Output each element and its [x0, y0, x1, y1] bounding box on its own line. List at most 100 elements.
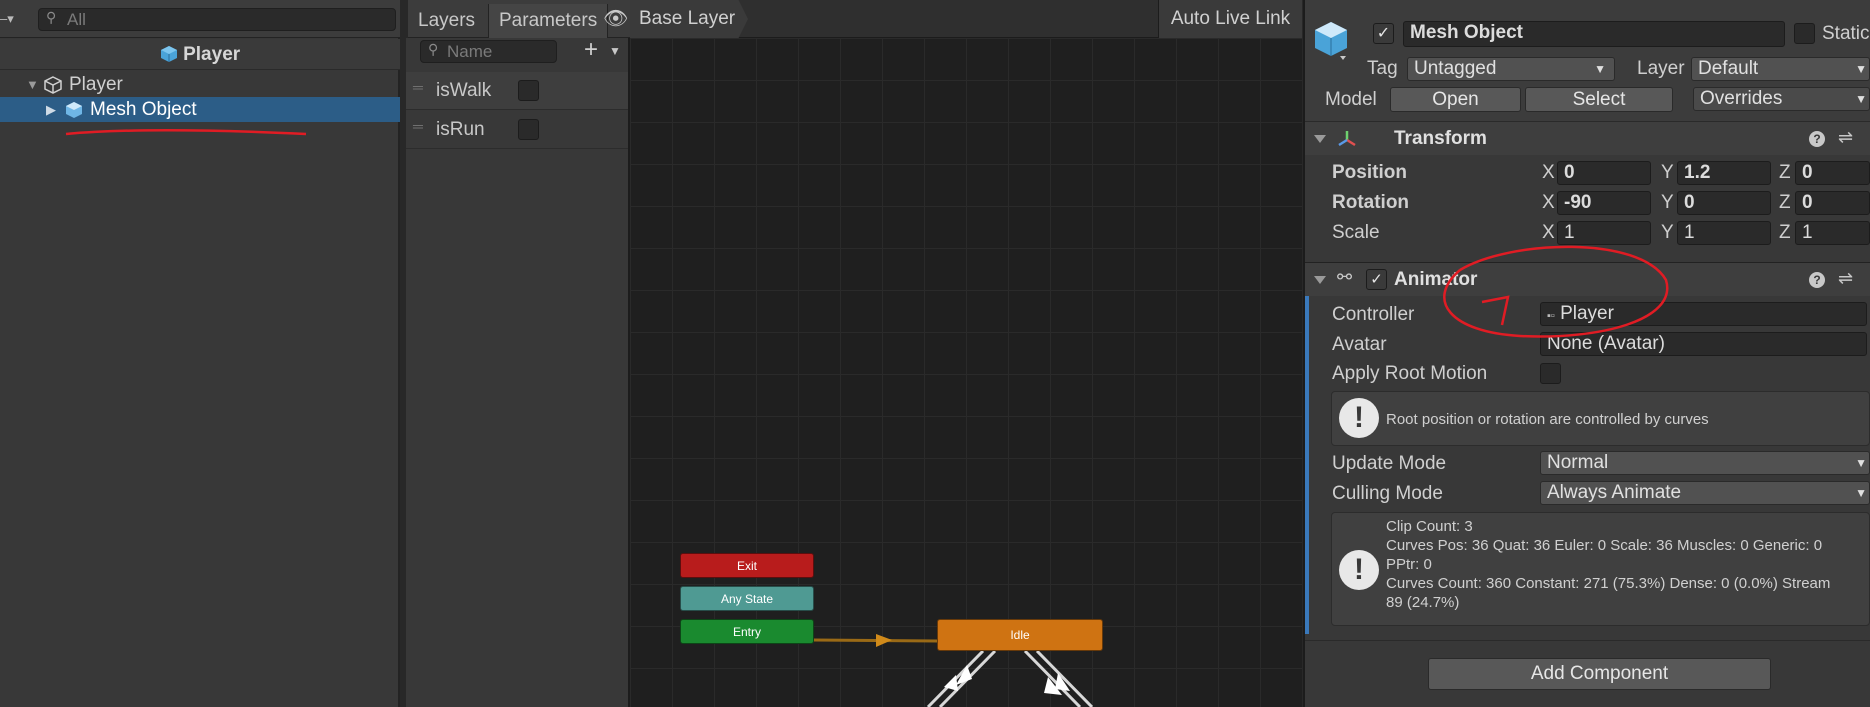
- auto-live-link-button[interactable]: Auto Live Link: [1158, 0, 1302, 38]
- chevron-down-icon: ▼: [1855, 92, 1867, 106]
- position-y-input[interactable]: 1.2: [1677, 161, 1771, 185]
- state-exit[interactable]: Exit: [680, 553, 814, 578]
- culling-mode-label: Culling Mode: [1332, 483, 1443, 504]
- stats-line: Curves Count: 360 Constant: 271 (75.3%) …: [1386, 575, 1831, 592]
- stats-line: PPtr: 0: [1386, 556, 1432, 573]
- tag-dropdown[interactable]: Untagged ▼: [1407, 57, 1615, 81]
- warning-icon: !: [1339, 550, 1379, 590]
- transform-header[interactable]: Transform ? ⇌: [1305, 121, 1870, 155]
- hierarchy-item-label: Player: [69, 74, 123, 95]
- settings-sliders-icon[interactable]: ⇌: [1838, 127, 1853, 148]
- model-label: Model: [1325, 89, 1377, 110]
- position-label: Position: [1332, 162, 1407, 183]
- apply-root-motion-checkbox[interactable]: [1540, 363, 1561, 384]
- parameter-name-search[interactable]: Name: [420, 40, 557, 63]
- hierarchy-item-player[interactable]: ▼ Player: [0, 72, 400, 97]
- rotation-z-input[interactable]: 0: [1795, 191, 1870, 215]
- help-icon[interactable]: ?: [1809, 272, 1825, 288]
- clip-stats-text: Clip Count: 3 Curves Pos: 36 Quat: 36 Eu…: [1386, 517, 1830, 612]
- rotation-label: Rotation: [1332, 192, 1410, 213]
- clip-stats-box: ! Clip Count: 3 Curves Pos: 36 Quat: 36 …: [1331, 512, 1870, 626]
- update-mode-label: Update Mode: [1332, 453, 1447, 474]
- collapse-arrow-icon[interactable]: ▶: [46, 97, 56, 122]
- gameobject-cube-icon: [44, 76, 62, 94]
- apply-root-motion-label: Apply Root Motion: [1332, 363, 1488, 384]
- object-name-input[interactable]: Mesh Object: [1403, 21, 1785, 47]
- axis-z-label: Z: [1779, 192, 1791, 213]
- settings-sliders-icon[interactable]: ⇌: [1838, 268, 1853, 289]
- tab-parameters[interactable]: Parameters: [488, 4, 609, 38]
- overrides-label: Overrides: [1700, 88, 1783, 109]
- state-entry[interactable]: Entry: [680, 619, 814, 644]
- foldout-arrow-icon[interactable]: [1314, 135, 1326, 143]
- prefab-cube-icon: [1315, 22, 1347, 60]
- position-z-input[interactable]: 0: [1795, 161, 1870, 185]
- chevron-down-icon[interactable]: ▼: [609, 44, 621, 58]
- stats-line: Clip Count: 3: [1386, 518, 1473, 535]
- stats-line: Curves Pos: 36 Quat: 36 Euler: 0 Scale: …: [1386, 537, 1823, 554]
- axis-x-label: X: [1542, 162, 1555, 183]
- static-label: Static: [1822, 23, 1870, 44]
- chevron-down-icon: ▼: [1855, 62, 1867, 76]
- animator-tabs: Layers Parameters: [408, 0, 630, 38]
- breadcrumb-base-layer[interactable]: Base Layer: [630, 0, 748, 38]
- rotation-x-input[interactable]: -90: [1557, 191, 1651, 215]
- model-open-button[interactable]: Open: [1390, 87, 1521, 112]
- curves-info-box: ! Root position or rotation are controll…: [1331, 391, 1870, 446]
- animator-icon: ⚯: [1337, 267, 1353, 287]
- scale-label: Scale: [1332, 222, 1380, 243]
- divider: [1305, 640, 1870, 641]
- idle-transitions: [926, 651, 1094, 707]
- add-parameter-icon[interactable]: +: [584, 36, 598, 64]
- tag-label: Tag: [1367, 58, 1398, 79]
- update-mode-dropdown[interactable]: Normal ▼: [1540, 451, 1870, 475]
- parameter-checkbox[interactable]: [518, 119, 539, 140]
- overrides-dropdown[interactable]: Overrides ▼: [1693, 87, 1870, 111]
- component-highlight-bar: [1305, 262, 1309, 634]
- parameter-row-isrun[interactable]: ═ isRun: [406, 111, 628, 149]
- prefab-cube-icon: [160, 46, 177, 62]
- axis-x-label: X: [1542, 192, 1555, 213]
- eye-icon[interactable]: 👁: [603, 6, 628, 31]
- drag-handle-icon[interactable]: ═: [413, 68, 423, 106]
- state-idle[interactable]: Idle: [937, 619, 1103, 651]
- expand-arrow-icon[interactable]: ▼: [26, 72, 39, 97]
- model-select-button[interactable]: Select: [1525, 87, 1673, 112]
- layer-dropdown[interactable]: Default ▼: [1691, 57, 1870, 81]
- scale-y-input[interactable]: 1: [1677, 221, 1771, 245]
- transform-title: Transform: [1394, 128, 1487, 149]
- red-underline-annotation: [65, 129, 307, 136]
- scale-z-input[interactable]: 1: [1795, 221, 1870, 245]
- position-x-input[interactable]: 0: [1557, 161, 1651, 185]
- active-checkbox[interactable]: ✓: [1373, 23, 1394, 44]
- create-dropdown-icon[interactable]: –▾: [0, 11, 14, 27]
- chevron-down-icon: ▼: [1594, 62, 1606, 76]
- hierarchy-item-label: Mesh Object: [90, 99, 197, 120]
- drag-handle-icon[interactable]: ═: [413, 107, 423, 145]
- parameter-checkbox[interactable]: [518, 80, 539, 101]
- culling-mode-value: Always Animate: [1547, 482, 1682, 503]
- parameter-name: isWalk: [436, 80, 492, 101]
- stats-line: 89 (24.7%): [1386, 594, 1460, 611]
- chevron-down-icon: ▼: [1855, 456, 1867, 470]
- animator-enabled-checkbox[interactable]: ✓: [1366, 269, 1387, 290]
- state-any-state[interactable]: Any State: [680, 586, 814, 611]
- add-component-button[interactable]: Add Component: [1428, 658, 1771, 690]
- avatar-label: Avatar: [1332, 334, 1387, 355]
- rotation-y-input[interactable]: 0: [1677, 191, 1771, 215]
- axis-y-label: Y: [1661, 192, 1674, 213]
- axis-z-label: Z: [1779, 162, 1791, 183]
- parameter-row-iswalk[interactable]: ═ isWalk: [406, 72, 628, 110]
- static-checkbox[interactable]: [1794, 23, 1815, 44]
- warning-icon: !: [1339, 398, 1379, 438]
- foldout-arrow-icon[interactable]: [1314, 276, 1326, 284]
- culling-mode-dropdown[interactable]: Always Animate ▼: [1540, 481, 1870, 505]
- tag-value: Untagged: [1414, 58, 1497, 79]
- axis-z-label: Z: [1779, 222, 1791, 243]
- controller-label: Controller: [1332, 304, 1415, 325]
- hierarchy-search-input[interactable]: All: [38, 8, 396, 31]
- hierarchy-item-mesh-object[interactable]: ▶ Mesh Object: [0, 97, 400, 122]
- tab-layers[interactable]: Layers: [408, 4, 485, 38]
- help-icon[interactable]: ?: [1809, 131, 1825, 147]
- axis-y-label: Y: [1661, 162, 1674, 183]
